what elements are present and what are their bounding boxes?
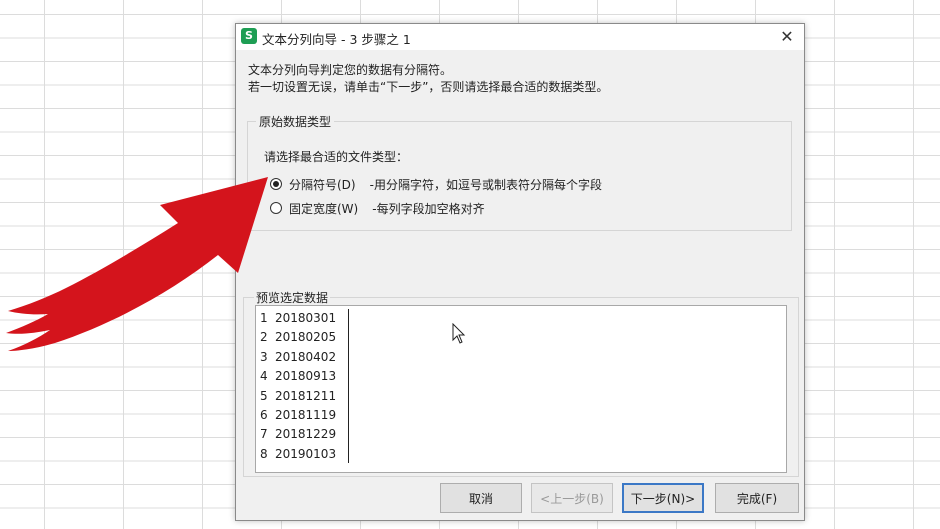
- mouse-pointer-icon: [452, 323, 466, 344]
- next-step-button[interactable]: 下一步(N)>: [622, 483, 704, 513]
- description-line-1: 文本分列向导判定您的数据有分隔符。: [248, 63, 453, 77]
- preview-data-area[interactable]: 1 2 3 4 5 6 7 8 20180301 20180205 201804…: [255, 305, 787, 473]
- close-button[interactable]: ✕: [770, 24, 804, 50]
- row-number: 7: [260, 427, 268, 442]
- row-number: 4: [260, 369, 268, 384]
- wps-app-icon: S: [241, 28, 257, 44]
- finish-button[interactable]: 完成(F): [715, 483, 799, 513]
- delimited-option[interactable]: 分隔符号(D) -用分隔字符，如逗号或制表符分隔每个字段: [270, 175, 602, 193]
- dialog-title: 文本分列向导 - 3 步骤之 1: [262, 32, 411, 47]
- red-arrow-annotation: [6, 177, 268, 351]
- cancel-button[interactable]: 取消: [440, 483, 522, 513]
- title-bar: S 文本分列向导 - 3 步骤之 1 ✕: [236, 24, 804, 50]
- description-line-2: 若一切设置无误，请单击“下一步”，否则请选择最合适的数据类型。: [248, 80, 609, 94]
- preview-group: 预览选定数据 1 2 3 4 5 6 7 8 20180301 20180205…: [243, 289, 799, 477]
- preview-value: 20190103: [275, 446, 337, 461]
- preview-value: 20181211: [275, 388, 337, 403]
- fixed-width-description: -每列字段加空格对齐: [372, 201, 485, 216]
- original-data-type-legend: 原始数据类型: [256, 113, 335, 130]
- delimited-description: -用分隔字符，如逗号或制表符分隔每个字段: [369, 177, 602, 192]
- preview-value: 20181119: [275, 407, 337, 422]
- previous-step-button[interactable]: <上一步(B): [531, 483, 613, 513]
- text-to-columns-dialog: S 文本分列向导 - 3 步骤之 1 ✕ 文本分列向导判定您的数据有分隔符。 若…: [235, 23, 805, 521]
- fixed-width-option[interactable]: 固定宽度(W) -每列字段加空格对齐: [270, 199, 485, 217]
- preview-value: 20181229: [275, 427, 337, 442]
- row-number: 6: [260, 407, 268, 422]
- column-divider[interactable]: [348, 309, 349, 463]
- original-data-type-group: 原始数据类型 请选择最合适的文件类型： 分隔符号(D) -用分隔字符，如逗号或制…: [247, 113, 792, 231]
- row-number: 5: [260, 388, 268, 403]
- file-type-prompt: 请选择最合适的文件类型：: [264, 150, 409, 164]
- row-number: 8: [260, 446, 268, 461]
- preview-value: 20180913: [275, 369, 337, 384]
